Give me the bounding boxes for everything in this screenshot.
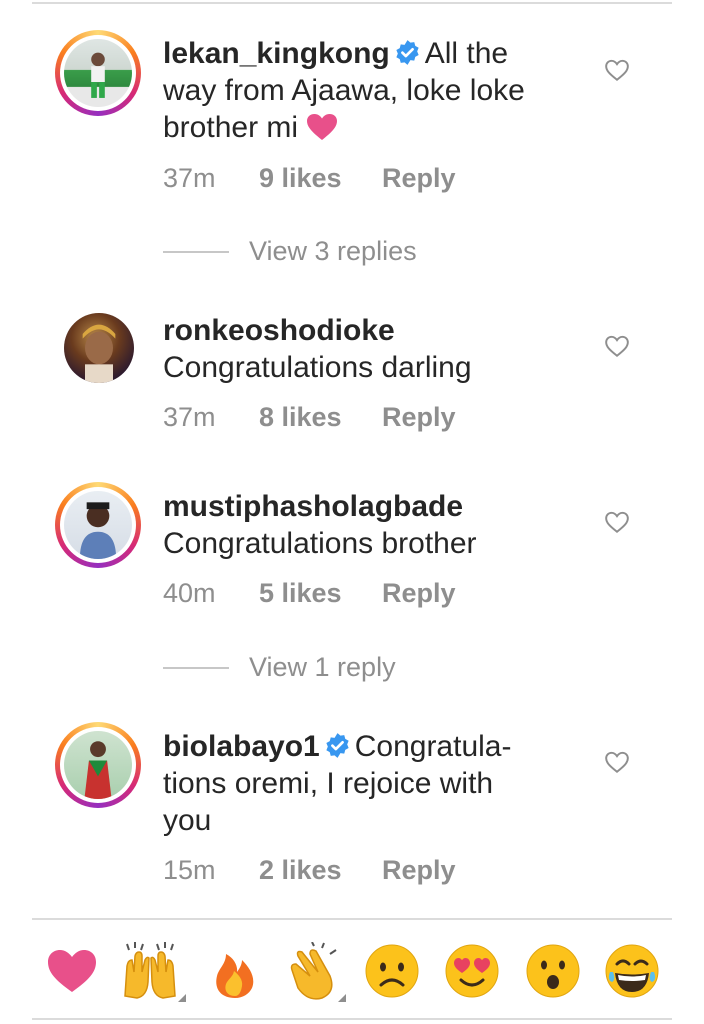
username[interactable]: lekan_kingkong: [163, 37, 390, 70]
like-heart-icon[interactable]: [604, 333, 630, 359]
comment-body-line: tions oremi, I rejoice with: [163, 767, 494, 800]
reply-button[interactable]: Reply: [382, 163, 456, 194]
avatar[interactable]: [64, 313, 134, 383]
pink-heart-icon: [307, 114, 338, 140]
comment-body-line: Congratula-: [354, 730, 512, 763]
comment-text: mustiphasholagbade Congratulations broth…: [163, 488, 573, 562]
likes-count[interactable]: 9 likes: [259, 163, 382, 194]
comment-meta: 37m 8 likes Reply: [163, 402, 456, 433]
comment-body-line: way from Ajaawa, loke loke: [163, 74, 525, 107]
comment-meta: 37m 9 likes Reply: [163, 163, 456, 194]
comment-time: 15m: [163, 855, 216, 885]
frowning-face-emoji-icon[interactable]: [363, 942, 421, 1000]
like-heart-icon[interactable]: [604, 57, 630, 83]
bottom-divider: [32, 1018, 672, 1020]
skin-tone-indicator: [338, 994, 346, 1002]
reply-button[interactable]: Reply: [382, 855, 456, 886]
verified-badge-icon: [396, 40, 419, 65]
avatar-photo: [84, 741, 112, 799]
comment-body-line: All the: [424, 37, 509, 70]
top-divider: [32, 2, 672, 4]
username[interactable]: biolabayo1: [163, 730, 320, 763]
clapping-hands-emoji-icon[interactable]: [284, 942, 342, 1000]
fire-emoji-icon[interactable]: [206, 942, 264, 1000]
heart-eyes-face-emoji-icon[interactable]: [443, 942, 501, 1000]
raised-hands-emoji-icon[interactable]: [121, 942, 179, 1000]
skin-tone-indicator: [178, 994, 186, 1002]
comment-text: ronkeoshodioke Congratulations darling: [163, 312, 573, 386]
emoji-bar-divider: [32, 918, 672, 920]
comment-time: 40m: [163, 578, 216, 608]
comment-meta: 15m 2 likes Reply: [163, 855, 456, 886]
emoji-reaction-bar: [0, 942, 704, 1002]
like-heart-icon[interactable]: [604, 509, 630, 535]
comment-body: Congratulations brother: [163, 527, 477, 560]
avatar-photo: [91, 52, 105, 98]
avatar-photo: [79, 502, 117, 559]
comment-body: Congratulations darling: [163, 351, 472, 384]
avatar[interactable]: [55, 30, 141, 116]
likes-count[interactable]: 8 likes: [259, 402, 382, 433]
avatar-photo: [82, 324, 116, 383]
comment-text: biolabayo1 Congratula- tions oremi, I rej…: [163, 728, 573, 839]
comment-time: 37m: [163, 402, 216, 432]
view-replies-link[interactable]: View 3 replies: [163, 236, 417, 267]
username[interactable]: mustiphasholagbade: [163, 490, 463, 523]
comment-body-line: brother mi: [163, 111, 299, 144]
laughing-face-emoji-icon[interactable]: [603, 942, 661, 1000]
avatar[interactable]: [55, 482, 141, 568]
view-replies-label[interactable]: View 3 replies: [249, 236, 417, 267]
avatar[interactable]: [55, 722, 141, 808]
comment-time: 37m: [163, 163, 216, 193]
comment-text: lekan_kingkong All the way from Ajaawa, l…: [163, 35, 573, 146]
verified-badge-icon: [326, 733, 349, 758]
like-heart-icon[interactable]: [604, 749, 630, 775]
reply-line: [163, 250, 229, 253]
comment-meta: 40m 5 likes Reply: [163, 578, 456, 609]
reply-button[interactable]: Reply: [382, 402, 456, 433]
view-replies-label[interactable]: View 1 reply: [249, 652, 396, 683]
likes-count[interactable]: 5 likes: [259, 578, 382, 609]
reply-button[interactable]: Reply: [382, 578, 456, 609]
heart-emoji-icon[interactable]: [43, 942, 101, 1000]
surprised-face-emoji-icon[interactable]: [524, 942, 582, 1000]
view-replies-link[interactable]: View 1 reply: [163, 652, 396, 683]
username[interactable]: ronkeoshodioke: [163, 314, 395, 347]
likes-count[interactable]: 2 likes: [259, 855, 382, 886]
reply-line: [163, 666, 229, 669]
comment-body-line: you: [163, 804, 212, 837]
